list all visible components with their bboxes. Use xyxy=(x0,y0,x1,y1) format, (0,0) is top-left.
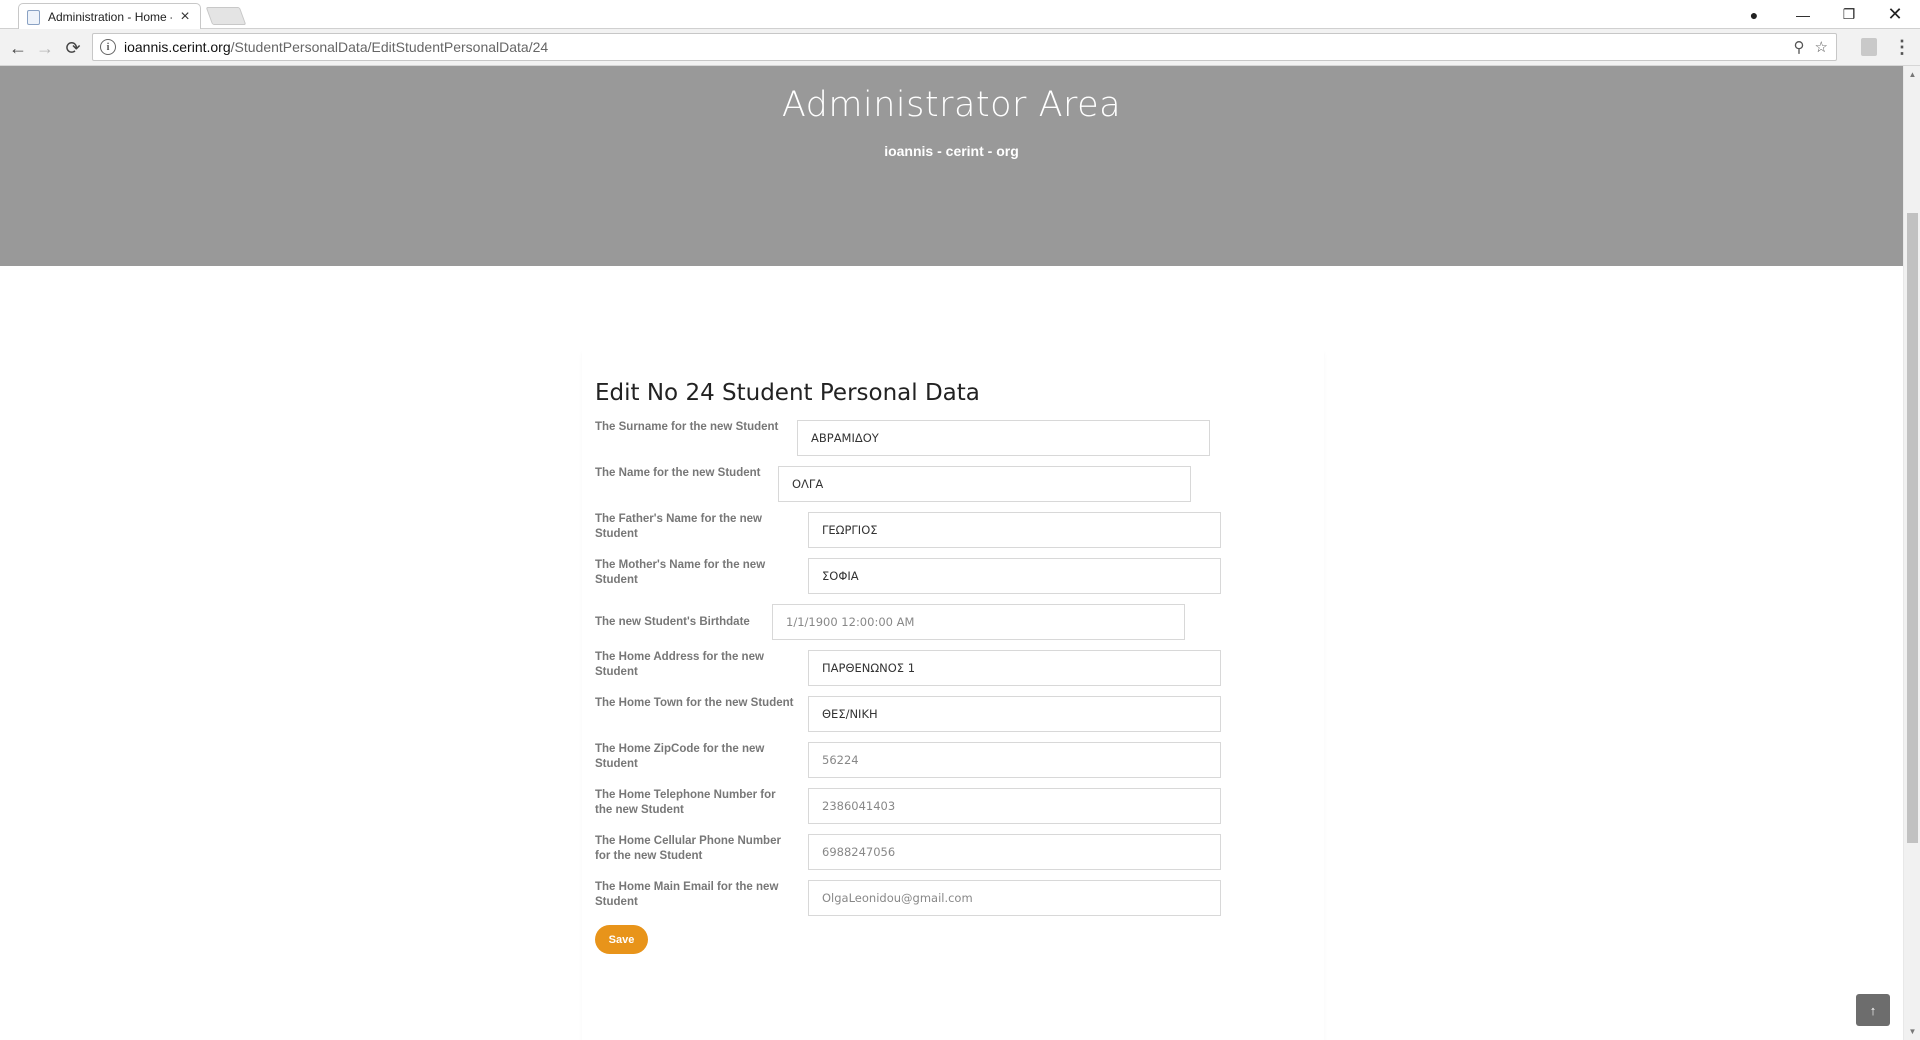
telephone-field[interactable]: 2386041403 xyxy=(808,788,1221,824)
new-tab-button[interactable] xyxy=(205,7,247,25)
field-label: The Surname for the new Student xyxy=(595,421,779,433)
url-host: ioannis.cerint.org xyxy=(124,39,231,55)
field-label: The Name for the new Student xyxy=(595,467,761,479)
tab-title: Administration - Home - xyxy=(48,10,173,24)
back-icon[interactable]: ← xyxy=(5,35,31,61)
minimize-icon[interactable]: — xyxy=(1780,0,1826,29)
mother-name-field[interactable]: ΣΟΦΙΑ xyxy=(808,558,1221,594)
omnibox-actions: ⚲ ☆ xyxy=(1794,38,1836,56)
email-field[interactable]: OlgaLeonidou@gmail.com xyxy=(808,880,1221,916)
back-to-top-button[interactable]: ↑ xyxy=(1856,994,1890,1026)
page-scrollbar[interactable]: ▲ ▼ xyxy=(1903,66,1920,1040)
page-title: Administrator Area xyxy=(781,85,1122,125)
extension-icon[interactable] xyxy=(1861,38,1877,56)
field-label: The Home Telephone Number for the new St… xyxy=(595,789,776,816)
address-bar[interactable]: i ioannis.cerint.org/StudentPersonalData… xyxy=(92,33,1837,61)
field-label: The Home Cellular Phone Number for the n… xyxy=(595,835,781,862)
url-text[interactable]: ioannis.cerint.org/StudentPersonalData/E… xyxy=(124,39,548,55)
father-name-field[interactable]: ΓΕΩΡΓΙΟΣ xyxy=(808,512,1221,548)
form-title: Edit No 24 Student Personal Data xyxy=(595,380,980,406)
field-label: The Home ZipCode for the new Student xyxy=(595,743,765,770)
scrollbar-thumb[interactable] xyxy=(1907,213,1918,843)
field-label: The Home Address for the new Student xyxy=(595,651,764,678)
field-label: The Home Town for the new Student xyxy=(595,697,794,709)
browser-toolbar: ← → ⟳ i ioannis.cerint.org/StudentPerson… xyxy=(0,29,1920,66)
field-label: The new Student's Birthdate xyxy=(595,616,750,628)
address-field[interactable]: ΠΑΡΘΕΝΩΝΟΣ 1 xyxy=(808,650,1221,686)
browser-tab[interactable]: Administration - Home - × xyxy=(18,3,201,30)
scroll-down-icon[interactable]: ▼ xyxy=(1904,1023,1920,1040)
scroll-up-icon[interactable]: ▲ xyxy=(1904,66,1920,83)
site-info-icon[interactable]: i xyxy=(100,39,116,55)
field-label: The Mother's Name for the new Student xyxy=(595,559,766,586)
town-field[interactable]: ΘΕΣ/ΝΙΚΗ xyxy=(808,696,1221,732)
hero-banner: Administrator Area ioannis - cerint - or… xyxy=(0,66,1903,266)
birthdate-field[interactable]: 1/1/1900 12:00:00 AM xyxy=(772,604,1185,640)
save-button[interactable]: Save xyxy=(595,925,648,954)
site-subtitle: ioannis - cerint - org xyxy=(884,143,1019,159)
surname-field[interactable]: ΑΒΡΑΜΙΔΟΥ xyxy=(797,420,1210,456)
forward-icon[interactable]: → xyxy=(32,35,58,61)
cellphone-field[interactable]: 6988247056 xyxy=(808,834,1221,870)
browser-tabstrip: Administration - Home - × ● — ❐ ✕ xyxy=(0,0,1920,30)
tab-close-icon[interactable]: × xyxy=(178,9,192,25)
zipcode-field[interactable]: 56224 xyxy=(808,742,1221,778)
browser-menu-icon[interactable]: ⋮ xyxy=(1893,35,1911,59)
url-path: /StudentPersonalData/EditStudentPersonal… xyxy=(230,39,549,55)
zoom-icon[interactable]: ⚲ xyxy=(1794,38,1805,56)
field-label: The Home Main Email for the new Student xyxy=(595,881,779,908)
user-profile-icon[interactable]: ● xyxy=(1731,0,1777,29)
page-viewport: Administrator Area ioannis - cerint - or… xyxy=(0,66,1903,1040)
maximize-icon[interactable]: ❐ xyxy=(1826,0,1872,29)
bookmark-star-icon[interactable]: ☆ xyxy=(1815,38,1828,56)
field-label: The Father's Name for the new Student xyxy=(595,513,762,540)
name-field[interactable]: ΟΛΓΑ xyxy=(778,466,1191,502)
page-favicon-icon xyxy=(27,9,40,25)
reload-icon[interactable]: ⟳ xyxy=(60,35,86,61)
close-window-icon[interactable]: ✕ xyxy=(1872,0,1918,29)
